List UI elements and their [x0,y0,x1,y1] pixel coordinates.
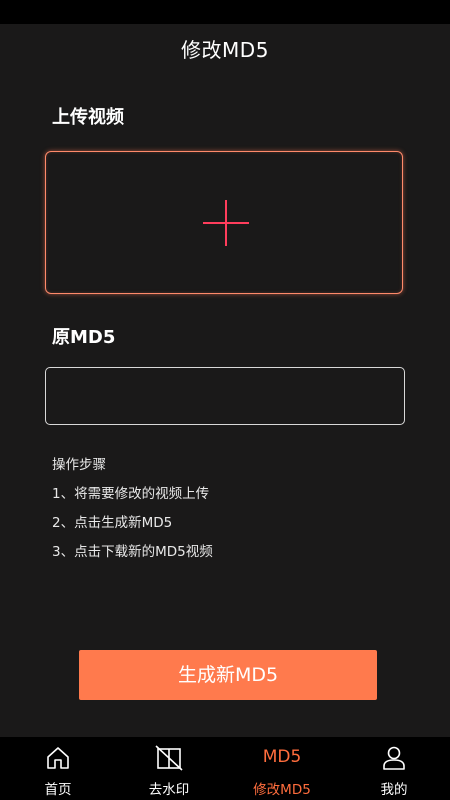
original-md5-field[interactable] [45,367,405,425]
tab-home[interactable]: 首页 [2,737,114,800]
page-title: 修改MD5 [181,38,269,62]
tab-profile[interactable]: 我的 [338,737,450,800]
tab-profile-label: 我的 [380,782,408,798]
instruction-step: 3、点击下载新的MD5视频 [52,544,213,560]
instruction-step: 1、将需要修改的视频上传 [52,486,210,502]
home-icon [45,745,71,775]
generate-md5-button[interactable]: 生成新MD5 [79,650,377,700]
profile-icon [381,745,407,775]
tab-home-label: 首页 [44,782,72,798]
instruction-step: 2、点击生成新MD5 [52,515,173,531]
status-bar [0,0,450,24]
plus-icon[interactable] [203,200,249,246]
tab-modify-md5[interactable]: MD5 修改MD5 [226,737,338,800]
remove-watermark-icon [155,745,183,775]
md5-icon: MD5 [262,747,302,767]
tab-remove-watermark[interactable]: 去水印 [113,737,225,800]
original-md5-label: 原MD5 [52,327,116,348]
bottom-tab-bar: 首页 去水印 MD5 修改MD5 我的 [0,737,450,800]
upload-video-label: 上传视频 [52,107,124,128]
instructions-title: 操作步骤 [52,457,106,473]
instructions: 操作步骤 1、将需要修改的视频上传 2、点击生成新MD5 3、点击下载新的MD5… [52,456,213,572]
tab-modify-md5-label: 修改MD5 [253,782,311,798]
tab-remove-watermark-label: 去水印 [148,782,190,798]
